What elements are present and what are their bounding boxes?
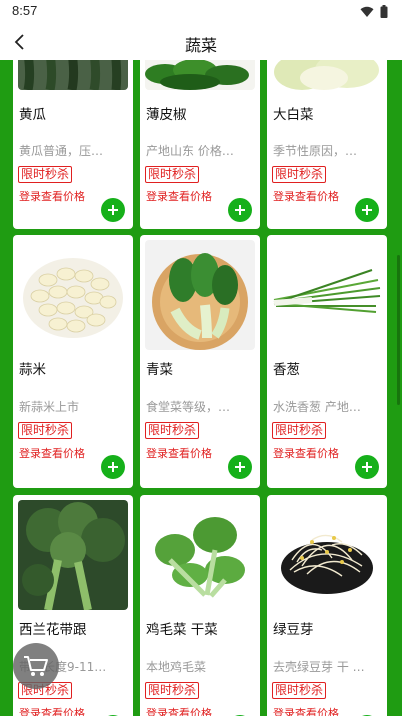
login-to-see-price[interactable]: 登录查看价格 [19,705,85,716]
wifi-icon [360,6,374,17]
product-image-baby-greens [145,500,255,610]
product-name: 黄瓜 [19,107,46,123]
flash-sale-badge: 限时秒杀 [145,682,200,699]
scrollbar[interactable] [397,255,400,405]
login-to-see-price[interactable]: 登录查看价格 [273,705,339,716]
shopping-cart-icon [24,656,48,676]
product-desc: 水洗香葱 产地… [273,400,361,414]
cart-button[interactable] [13,643,59,689]
login-to-see-price[interactable]: 登录查看价格 [146,188,212,204]
plus-icon [108,462,118,472]
product-name: 绿豆芽 [273,622,314,638]
add-to-cart-button[interactable] [228,198,252,222]
login-to-see-price[interactable]: 登录查看价格 [19,188,85,204]
plus-icon [362,462,372,472]
login-to-see-price[interactable]: 登录查看价格 [273,188,339,204]
status-bar: 8:57 [0,0,402,24]
add-to-cart-button[interactable] [355,198,379,222]
flash-sale-badge: 限时秒杀 [18,422,73,439]
login-to-see-price[interactable]: 登录查看价格 [273,445,339,461]
product-card[interactable]: 黄瓜 黄瓜普通，压… 限时秒杀 登录查看价格 [13,60,133,229]
product-card[interactable]: 鸡毛菜 干菜 本地鸡毛菜 限时秒杀 登录查看价格 [140,495,260,716]
product-desc: 季节性原因，… [273,144,358,158]
product-card[interactable]: 薄皮椒 产地山东 价格… 限时秒杀 登录查看价格 [140,60,260,229]
plus-icon [108,205,118,215]
product-name: 蒜米 [19,362,46,378]
flash-sale-badge: 限时秒杀 [272,166,327,183]
login-to-see-price[interactable]: 登录查看价格 [146,445,212,461]
product-card[interactable]: 绿豆芽 去壳绿豆芽 干 … 限时秒杀 登录查看价格 [267,495,387,716]
product-name: 香葱 [273,362,300,378]
product-card[interactable]: 青菜 食堂菜等级，… 限时秒杀 登录查看价格 [140,235,260,488]
plus-icon [362,205,372,215]
product-desc: 黄瓜普通，压… [19,144,104,158]
status-icons [360,5,388,18]
flash-sale-badge: 限时秒杀 [272,682,327,699]
page-title: 蔬菜 [184,36,217,55]
battery-icon [380,5,388,18]
product-desc: 去壳绿豆芽 干 … [273,660,365,674]
product-grid[interactable]: 黄瓜 黄瓜普通，压… 限时秒杀 登录查看价格 薄皮椒 产地山东 价格… 限时秒杀… [0,60,402,716]
product-name: 西兰花带跟 [19,622,87,638]
product-image-bean-sprouts [272,500,382,610]
product-name: 鸡毛菜 干菜 [146,622,218,638]
login-to-see-price[interactable]: 登录查看价格 [19,445,85,461]
product-desc: 本地鸡毛菜 [146,660,207,674]
product-image-broccoli [18,500,128,610]
product-name: 薄皮椒 [146,107,187,123]
add-to-cart-button[interactable] [101,198,125,222]
product-image-cucumber [18,60,128,90]
product-card[interactable]: 香葱 水洗香葱 产地… 限时秒杀 登录查看价格 [267,235,387,488]
add-to-cart-button[interactable] [101,455,125,479]
product-desc: 食堂菜等级，… [146,400,231,414]
product-image-pepper [145,60,255,90]
product-desc: 新蒜米上市 [19,400,80,414]
product-card[interactable]: 大白菜 季节性原因，… 限时秒杀 登录查看价格 [267,60,387,229]
product-desc: 产地山东 价格… [146,144,234,158]
add-to-cart-button[interactable] [355,455,379,479]
product-name: 大白菜 [273,107,314,123]
flash-sale-badge: 限时秒杀 [145,166,200,183]
plus-icon [235,205,245,215]
product-image-garlic [18,240,128,350]
nav-bar: 蔬菜 [0,24,402,60]
product-card[interactable]: 蒜米 新蒜米上市 限时秒杀 登录查看价格 [13,235,133,488]
login-to-see-price[interactable]: 登录查看价格 [146,705,212,716]
flash-sale-badge: 限时秒杀 [145,422,200,439]
plus-icon [235,462,245,472]
product-image-scallion [272,240,382,350]
flash-sale-badge: 限时秒杀 [18,166,73,183]
flash-sale-badge: 限时秒杀 [272,422,327,439]
product-name: 青菜 [146,362,173,378]
product-image-cabbage [272,60,382,90]
product-image-bok-choy [145,240,255,350]
status-time: 8:57 [12,3,38,18]
add-to-cart-button[interactable] [228,455,252,479]
